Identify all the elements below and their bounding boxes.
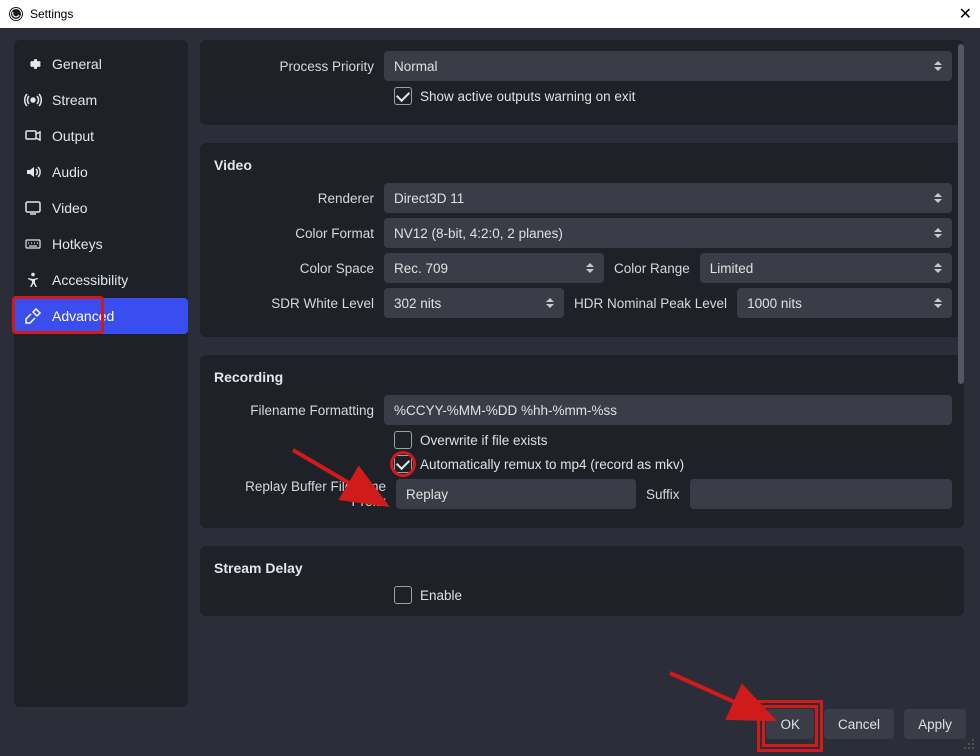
sidebar-item-accessibility[interactable]: Accessibility xyxy=(14,262,188,298)
color-range-select[interactable]: Limited xyxy=(700,253,952,283)
show-active-outputs-label: Show active outputs warning on exit xyxy=(420,89,635,104)
stream-delay-panel: Stream Delay Enable xyxy=(200,546,964,616)
stream-delay-enable-checkbox[interactable] xyxy=(394,586,412,604)
close-button[interactable]: ✕ xyxy=(959,4,972,24)
chevron-updown-icon xyxy=(934,187,946,209)
content-area: Process Priority Normal Show active outp… xyxy=(200,40,964,659)
annotation-box xyxy=(762,705,818,747)
sidebar-item-label: Hotkeys xyxy=(52,236,103,252)
sdr-white-label: SDR White Level xyxy=(212,296,384,311)
sidebar-item-audio[interactable]: Audio xyxy=(14,154,188,190)
hdr-peak-input[interactable]: 1000 nits xyxy=(737,288,952,318)
stream-delay-title: Stream Delay xyxy=(214,560,952,576)
titlebar: Settings ✕ xyxy=(0,0,980,28)
sdr-white-input[interactable]: 302 nits xyxy=(384,288,564,318)
filename-formatting-input[interactable]: %CCYY-%MM-%DD %hh-%mm-%ss xyxy=(384,395,952,425)
sidebar-item-label: Output xyxy=(52,128,94,144)
process-priority-label: Process Priority xyxy=(212,59,384,74)
annotation-circle xyxy=(390,451,416,477)
monitor-icon xyxy=(24,199,42,217)
renderer-label: Renderer xyxy=(212,191,384,206)
color-space-label: Color Space xyxy=(212,261,384,276)
color-format-label: Color Format xyxy=(212,226,384,241)
gear-icon xyxy=(24,55,42,73)
overwrite-checkbox[interactable] xyxy=(394,431,412,449)
sidebar-item-label: Stream xyxy=(52,92,97,108)
resize-grip-icon[interactable] xyxy=(962,737,976,751)
show-active-outputs-checkbox[interactable] xyxy=(394,87,412,105)
sidebar-item-label: General xyxy=(52,56,102,72)
chevron-updown-icon xyxy=(934,55,946,77)
stream-delay-enable-label: Enable xyxy=(420,588,462,603)
video-panel: Video Renderer Direct3D 11 Color Format … xyxy=(200,143,964,337)
auto-remux-label: Automatically remux to mp4 (record as mk… xyxy=(420,457,684,472)
color-format-select[interactable]: NV12 (8-bit, 4:2:0, 2 planes) xyxy=(384,218,952,248)
keyboard-icon xyxy=(24,235,42,253)
sidebar-item-hotkeys[interactable]: Hotkeys xyxy=(14,226,188,262)
general-panel: Process Priority Normal Show active outp… xyxy=(200,40,964,125)
obs-icon xyxy=(8,6,24,22)
color-range-label: Color Range xyxy=(604,261,700,276)
hdr-peak-label: HDR Nominal Peak Level xyxy=(564,296,737,311)
sidebar-item-label: Accessibility xyxy=(52,272,128,288)
suffix-label: Suffix xyxy=(636,487,690,502)
volume-icon xyxy=(24,163,42,181)
chevron-updown-icon xyxy=(586,257,598,279)
sidebar-item-label: Video xyxy=(52,200,88,216)
chevron-updown-icon xyxy=(934,257,946,279)
footer: OK Cancel Apply xyxy=(0,709,966,743)
spinner-icon xyxy=(546,292,558,314)
broadcast-icon xyxy=(24,91,42,109)
suffix-input[interactable] xyxy=(690,479,952,509)
cancel-button[interactable]: Cancel xyxy=(824,709,894,739)
sidebar-item-label: Audio xyxy=(52,164,88,180)
replay-prefix-label: Replay Buffer Filename Prefix xyxy=(212,479,396,509)
filename-formatting-label: Filename Formatting xyxy=(212,403,384,418)
spinner-icon xyxy=(934,292,946,314)
video-title: Video xyxy=(214,157,952,173)
sidebar-item-video[interactable]: Video xyxy=(14,190,188,226)
output-icon xyxy=(24,127,42,145)
recording-title: Recording xyxy=(214,369,952,385)
color-space-select[interactable]: Rec. 709 xyxy=(384,253,604,283)
scrollbar[interactable] xyxy=(958,44,964,384)
overwrite-label: Overwrite if file exists xyxy=(420,433,548,448)
replay-prefix-input[interactable]: Replay xyxy=(396,479,636,509)
sidebar-item-output[interactable]: Output xyxy=(14,118,188,154)
apply-button[interactable]: Apply xyxy=(904,709,966,739)
accessibility-icon xyxy=(24,271,42,289)
window-title: Settings xyxy=(30,7,73,21)
recording-panel: Recording Filename Formatting %CCYY-%MM-… xyxy=(200,355,964,528)
process-priority-select[interactable]: Normal xyxy=(384,51,952,81)
chevron-updown-icon xyxy=(934,222,946,244)
renderer-select[interactable]: Direct3D 11 xyxy=(384,183,952,213)
sidebar-item-general[interactable]: General xyxy=(14,46,188,82)
sidebar-item-stream[interactable]: Stream xyxy=(14,82,188,118)
sidebar: General Stream Output Audio Video Hotkey… xyxy=(14,40,188,707)
